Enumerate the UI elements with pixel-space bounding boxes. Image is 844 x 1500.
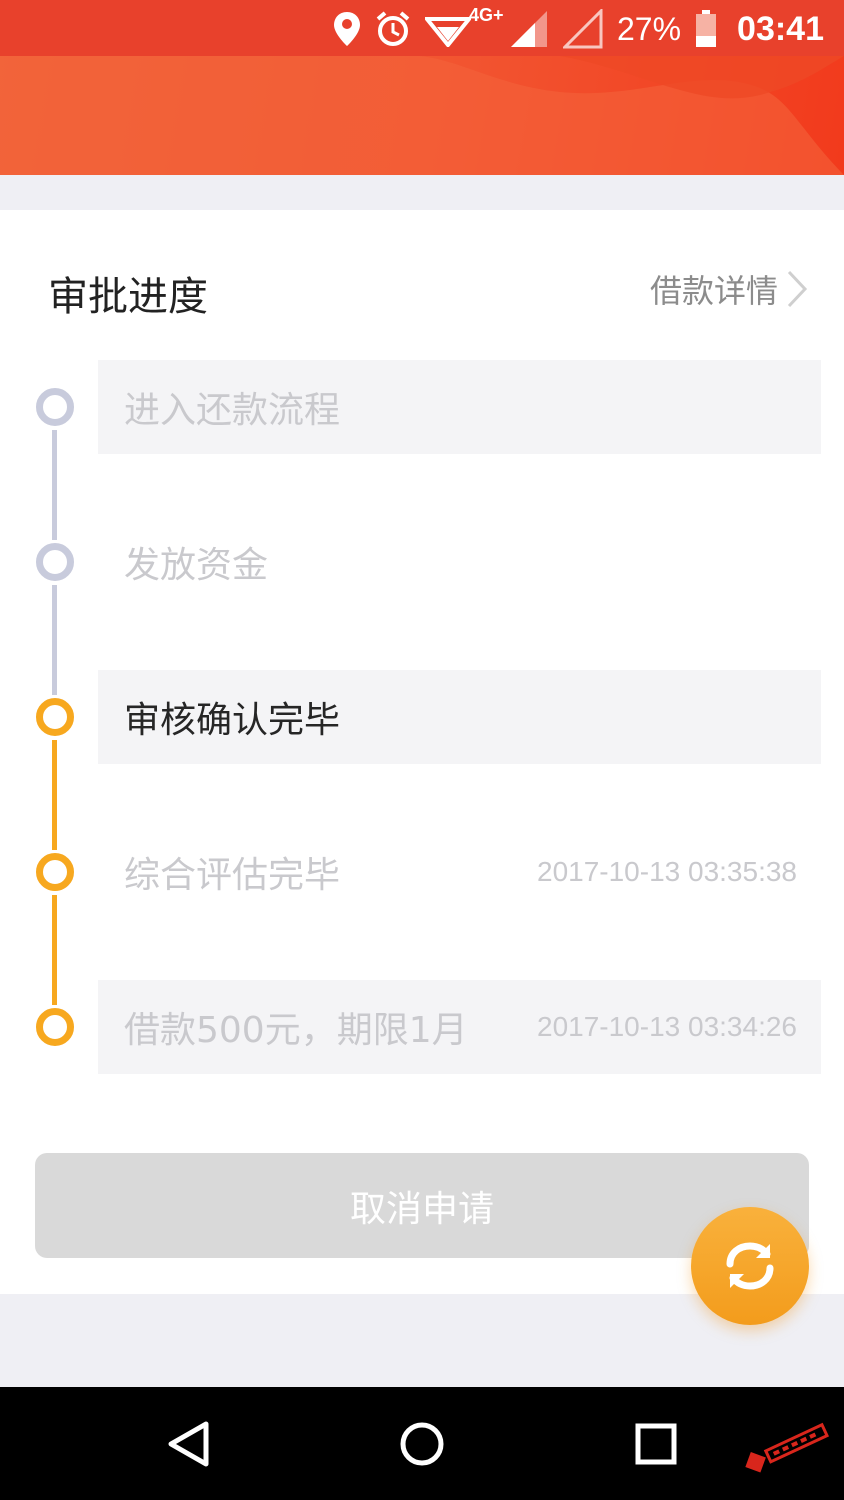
page-title: 审批进度 — [48, 274, 208, 320]
watermark-logo — [745, 1422, 830, 1473]
step-box: 审核确认完毕 — [98, 670, 821, 764]
refresh-button[interactable] — [691, 1207, 809, 1325]
loan-detail-link[interactable]: 借款详情 — [650, 266, 808, 312]
timeline-step: 审核确认完毕 — [0, 670, 844, 764]
step-box: 发放资金 — [98, 515, 821, 609]
nav-home-button[interactable] — [362, 1387, 482, 1500]
timeline-step: 借款500元，期限1月 2017-10-13 03:34:26 — [0, 980, 844, 1074]
step-box: 综合评估完毕 2017-10-13 03:35:38 — [98, 825, 821, 919]
network-type-label: 4G+ — [468, 5, 504, 25]
approval-progress-card: 审批进度 借款详情 进入还款流程 发放资金 审核确认完毕 综合评估完毕 2017… — [0, 210, 844, 1294]
step-dot-current — [36, 698, 74, 736]
chevron-right-icon — [787, 270, 808, 308]
step-dot-done — [36, 853, 74, 891]
cancel-application-button[interactable]: 取消申请 — [35, 1153, 809, 1258]
step-label: 发放资金 — [124, 545, 269, 586]
step-dot-done — [36, 1008, 74, 1046]
system-nav-bar — [0, 1387, 844, 1500]
step-dot-pending — [36, 388, 74, 426]
signal-icon — [510, 11, 547, 47]
nav-back-button[interactable] — [128, 1387, 248, 1500]
step-dot-pending — [36, 543, 74, 581]
battery-percent: 27% — [616, 10, 682, 47]
step-box: 借款500元，期限1月 2017-10-13 03:34:26 — [98, 980, 821, 1074]
timeline-step: 发放资金 — [0, 515, 844, 609]
loan-detail-label: 借款详情 — [649, 272, 778, 310]
home-circle-icon — [400, 1422, 444, 1465]
step-label-current: 审核确认完毕 — [124, 700, 341, 741]
recents-square-icon — [635, 1423, 677, 1464]
back-triangle-icon — [168, 1421, 209, 1466]
timeline-step: 进入还款流程 — [0, 360, 844, 454]
location-icon — [333, 12, 360, 46]
timeline-step: 综合评估完毕 2017-10-13 03:35:38 — [0, 825, 844, 919]
nav-recents-button[interactable] — [596, 1387, 716, 1500]
clock: 03:41 — [737, 9, 824, 48]
alarm-icon — [376, 11, 410, 46]
step-label: 借款500元，期限1月 — [124, 1010, 468, 1051]
step-label: 进入还款流程 — [124, 390, 341, 431]
signal-empty-icon — [562, 9, 603, 49]
refresh-icon — [726, 1242, 774, 1290]
wifi-icon — [424, 17, 471, 47]
step-timestamp: 2017-10-13 03:34:26 — [537, 1011, 797, 1042]
battery-icon — [696, 10, 717, 47]
step-timestamp: 2017-10-13 03:35:38 — [537, 856, 797, 887]
step-box: 进入还款流程 — [98, 360, 821, 454]
status-bar: 4G+ 27% 03:41 — [0, 0, 844, 56]
step-label: 综合评估完毕 — [124, 855, 341, 896]
